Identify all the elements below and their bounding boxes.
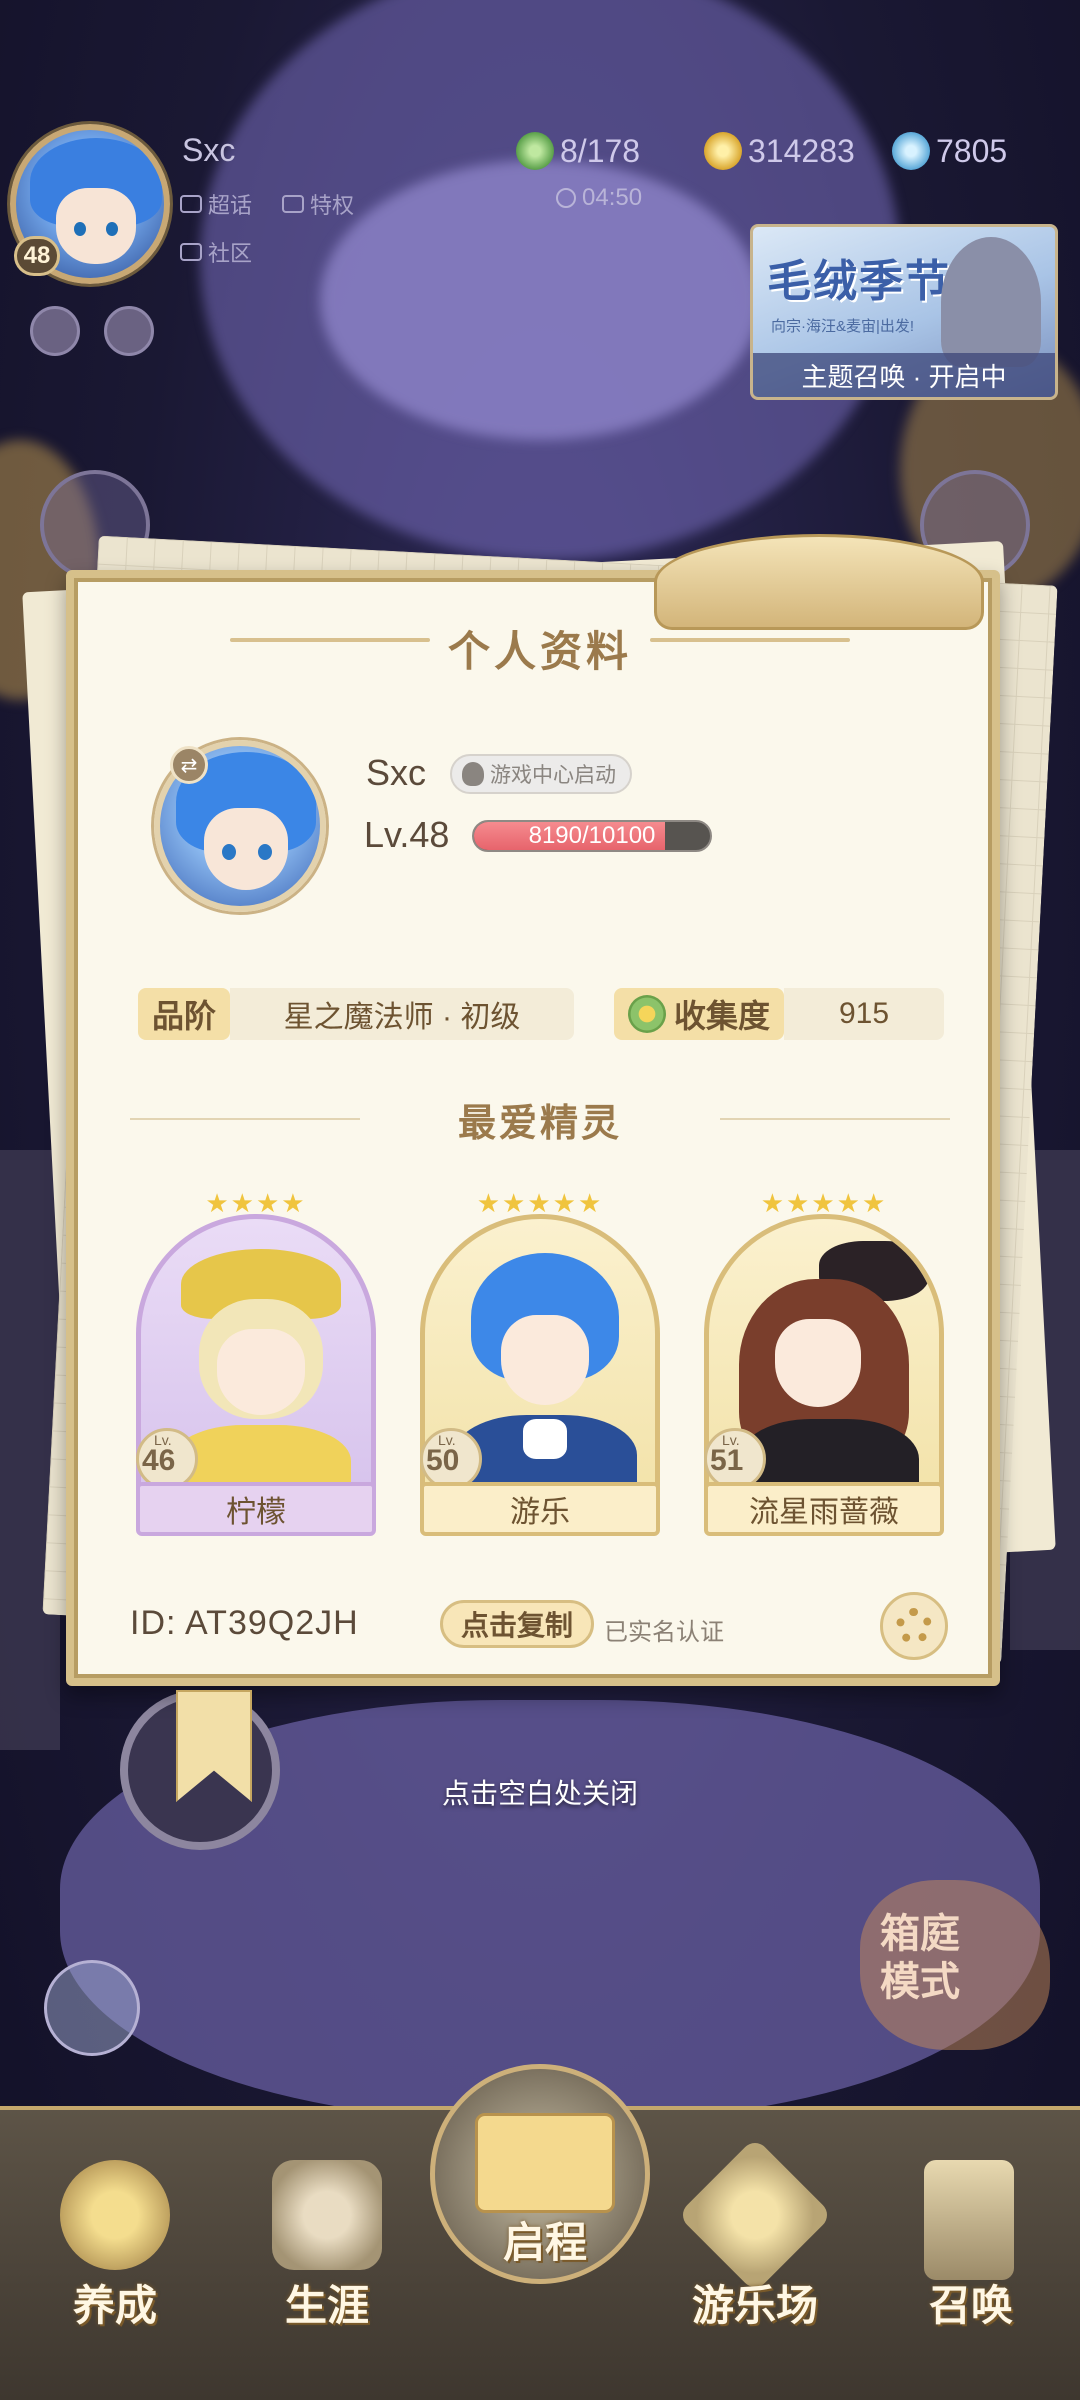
nav-cultivate-label: 养成 — [72, 2282, 157, 2329]
garden-mode-button[interactable]: 箱庭 模式 — [860, 1880, 1050, 2050]
energy-value: 8/178 — [560, 132, 641, 169]
refresh-timer: 04:50 — [556, 184, 642, 212]
privilege-label: 特权 — [310, 193, 355, 218]
nav-journey-label: 启程 — [502, 2219, 587, 2266]
profile-title: 个人资料 — [447, 628, 632, 675]
gem-counter[interactable]: 7805 — [892, 132, 1007, 170]
collection-label-pill: 收集度 — [614, 988, 785, 1040]
community-label: 社区 — [208, 241, 253, 266]
profile-name: Sxc — [366, 752, 427, 793]
gold-counter[interactable]: 314283 — [704, 132, 855, 170]
crown-icon — [272, 2160, 382, 2270]
clock-icon — [556, 188, 576, 208]
spirit-name: 流星雨蔷薇 — [704, 1482, 944, 1536]
nav-cultivate[interactable]: 养成 — [20, 2140, 200, 2380]
collection-value: 915 — [784, 988, 945, 1040]
spirit-level: 50 — [426, 1444, 460, 1477]
gear-icon — [896, 1608, 932, 1644]
avatar-eye — [106, 222, 118, 236]
clover-icon — [516, 132, 554, 170]
flower-icon — [628, 995, 666, 1033]
profile-avatar-eye — [258, 844, 272, 860]
realname-verified-label: 已实名认证 — [604, 1619, 724, 1646]
xp-progress-bar: 8190/10100 — [472, 820, 712, 852]
nav-career[interactable]: 生涯 — [232, 2140, 412, 2380]
gold-value: 314283 — [748, 132, 855, 169]
player-name: Sxc — [182, 132, 236, 168]
nav-journey[interactable]: 启程 — [430, 2064, 650, 2284]
banner-title: 毛绒季节 — [767, 257, 951, 306]
nav-career-label: 生涯 — [284, 2282, 369, 2329]
gold-coin-icon — [704, 132, 742, 170]
mail-small-button[interactable] — [30, 306, 80, 356]
favorite-spirit-card[interactable]: ★★★★★ Lv. 50 游乐 — [420, 1188, 660, 1540]
super-topic-link[interactable]: 超话 — [180, 188, 252, 220]
community-link[interactable]: 社区 — [180, 236, 252, 268]
rank-value: 星之魔法师 · 初级 — [230, 988, 575, 1040]
star-diamond-icon — [677, 2137, 833, 2293]
garden-mode-label: 箱庭 模式 — [880, 1912, 960, 2004]
moon-orb-button[interactable] — [44, 1960, 140, 2056]
spirit-level: 46 — [142, 1444, 176, 1477]
game-center-chip: 游戏中心启动 — [450, 754, 632, 794]
open-book-icon — [475, 2113, 615, 2213]
spirit-stars: ★★★★★ — [476, 1188, 604, 1218]
profile-avatar-eye — [222, 844, 236, 860]
diamond-icon — [180, 195, 202, 213]
timer-value: 04:50 — [582, 184, 643, 211]
spirit-face — [217, 1329, 305, 1415]
avatar-face — [56, 188, 136, 264]
player-level-badge: 48 — [14, 236, 60, 276]
nav-playground-label: 游乐场 — [691, 2282, 818, 2329]
collection-row[interactable]: 收集度 915 — [614, 988, 945, 1040]
game-center-label: 游戏中心启动 — [490, 764, 616, 787]
privilege-link[interactable]: 特权 — [282, 188, 354, 220]
profile-avatar-face — [204, 808, 288, 890]
spirit-face — [775, 1319, 861, 1407]
spirit-level: 51 — [710, 1444, 744, 1477]
rank-label: 品阶 — [138, 988, 231, 1040]
spirit-name: 游乐 — [420, 1482, 660, 1536]
spirit-name: 柠檬 — [136, 1482, 376, 1536]
collection-label: 收集度 — [674, 998, 771, 1034]
avatar-eye — [74, 222, 86, 236]
gem-icon — [892, 132, 930, 170]
privilege-icon — [282, 195, 304, 213]
qq-penguin-icon — [462, 762, 484, 786]
close-hint[interactable]: 点击空白处关闭 — [0, 1772, 1080, 1812]
spirit-stars: ★★★★★ — [760, 1188, 888, 1218]
settings-button[interactable] — [880, 1592, 948, 1660]
card-crest-ornament — [654, 534, 984, 630]
spirit-stars: ★★★★ — [205, 1188, 307, 1218]
banner-character — [941, 237, 1041, 367]
swap-avatar-icon[interactable]: ⇄ — [170, 746, 208, 784]
energy-counter[interactable]: 8/178 — [516, 132, 640, 170]
spirit-face — [501, 1315, 589, 1405]
copy-id-button[interactable]: 点击复制 — [440, 1600, 594, 1648]
white-cravat — [523, 1419, 567, 1459]
nav-playground[interactable]: 游乐场 — [660, 2137, 840, 2380]
banner-subtitle: 向宗·海汪&麦宙|出发! — [771, 318, 915, 335]
profile-level: Lv.48 — [364, 814, 450, 855]
sleeping-girl-icon — [60, 2160, 170, 2270]
summon-card-icon — [924, 2160, 1014, 2280]
banner-footer: 主题召唤 · 开启中 — [753, 353, 1055, 397]
nav-summon-label: 召唤 — [928, 2282, 1013, 2329]
favorite-spirit-card[interactable]: ★★★★ Lv. 46 柠檬 — [136, 1188, 376, 1540]
rank-row: 品阶 星之魔法师 · 初级 — [138, 988, 575, 1040]
nav-summon[interactable]: 召唤 — [876, 2140, 1056, 2380]
super-topic-label: 超话 — [208, 193, 253, 218]
player-id: ID: AT39Q2JH — [130, 1604, 359, 1642]
crystal-cluster — [320, 160, 760, 440]
community-icon — [180, 243, 202, 261]
xp-progress-text: 8190/10100 — [528, 822, 656, 849]
favorites-title: 最爱精灵 — [457, 1103, 622, 1145]
favorite-spirit-card[interactable]: ★★★★★ Lv. 51 流星雨蔷薇 — [704, 1188, 944, 1540]
gem-value: 7805 — [936, 132, 1008, 169]
eye-small-button[interactable] — [104, 306, 154, 356]
event-banner[interactable]: 毛绒季节 向宗·海汪&麦宙|出发! 主题召唤 · 开启中 — [750, 224, 1058, 400]
